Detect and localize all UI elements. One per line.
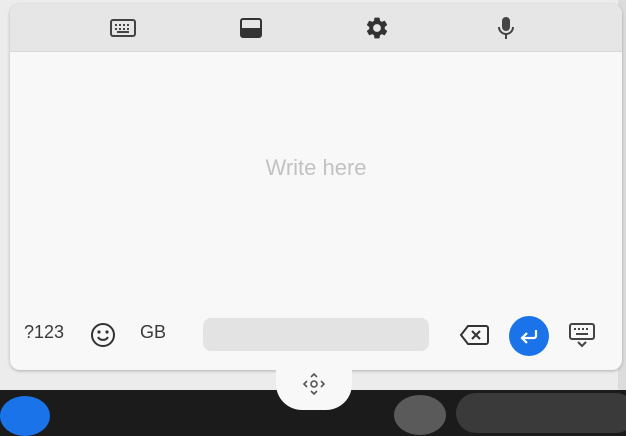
emoji-icon[interactable] [88, 320, 118, 350]
handwriting-keyboard: Write here ?123 GB [10, 4, 622, 370]
keyboard-icon[interactable] [108, 13, 138, 43]
status-tray[interactable] [456, 393, 626, 433]
write-here-placeholder: Write here [265, 155, 367, 180]
drag-handle[interactable] [276, 358, 352, 410]
microphone-icon[interactable] [491, 13, 521, 43]
keyboard-toolbar [10, 4, 622, 52]
floating-mode-icon[interactable] [236, 13, 266, 43]
move-icon [302, 372, 326, 396]
keyboard-bottom-row: ?123 GB [10, 316, 622, 356]
symbols-button[interactable]: ?123 [24, 322, 64, 343]
enter-icon [520, 330, 538, 344]
enter-button[interactable] [509, 316, 549, 356]
language-button[interactable]: GB [140, 322, 166, 343]
handwriting-area[interactable]: Write here [10, 52, 622, 302]
settings-icon[interactable] [362, 13, 392, 43]
space-bar[interactable] [203, 318, 429, 351]
hide-keyboard-icon[interactable] [566, 320, 598, 350]
shelf-app-icon[interactable] [394, 395, 446, 435]
files-app-icon[interactable] [0, 396, 50, 436]
backspace-icon[interactable] [457, 320, 491, 350]
